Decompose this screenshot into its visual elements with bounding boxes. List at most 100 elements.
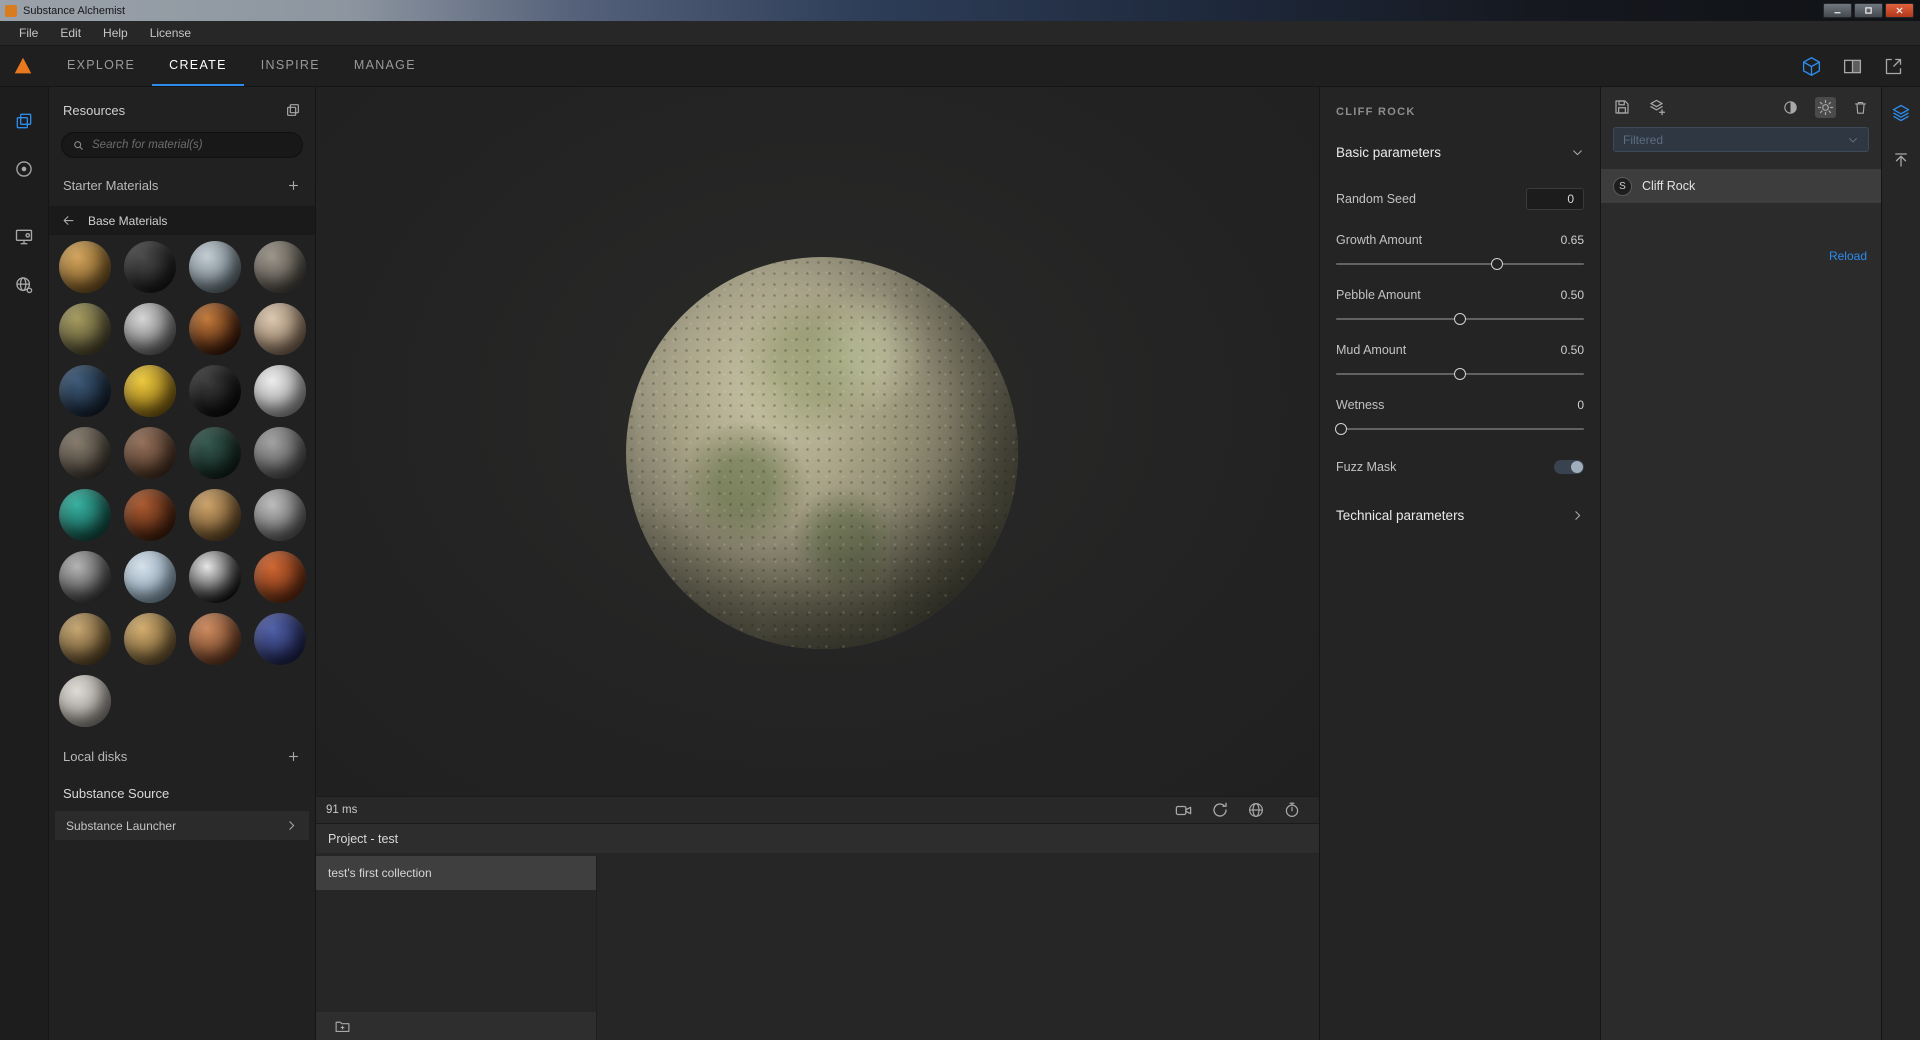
material-sphere-thumbnail bbox=[189, 489, 241, 541]
material-item[interactable] bbox=[182, 608, 247, 670]
save-layers-icon[interactable] bbox=[1647, 98, 1666, 117]
material-sphere-thumbnail bbox=[124, 551, 176, 603]
globe-settings-icon[interactable] bbox=[14, 275, 34, 295]
add-folder-icon[interactable] bbox=[334, 1018, 351, 1035]
material-item[interactable] bbox=[52, 608, 117, 670]
slider-track[interactable] bbox=[1336, 428, 1584, 430]
material-item[interactable] bbox=[247, 236, 312, 298]
slider-thumb[interactable] bbox=[1491, 258, 1503, 270]
material-item[interactable] bbox=[182, 360, 247, 422]
slider-track[interactable] bbox=[1336, 318, 1584, 320]
menu-item[interactable]: License bbox=[139, 21, 202, 45]
slider-track[interactable] bbox=[1336, 373, 1584, 375]
environment-globe-icon[interactable] bbox=[1247, 801, 1265, 819]
material-item[interactable] bbox=[117, 298, 182, 360]
material-item[interactable] bbox=[52, 360, 117, 422]
menu-item[interactable]: Edit bbox=[49, 21, 92, 45]
material-item[interactable] bbox=[117, 484, 182, 546]
app-window: Substance Alchemist File Edit Help Licen… bbox=[0, 0, 1920, 1040]
material-item[interactable] bbox=[247, 298, 312, 360]
refresh-icon[interactable] bbox=[1211, 801, 1229, 819]
material-item[interactable] bbox=[52, 422, 117, 484]
reload-link[interactable]: Reload bbox=[1829, 249, 1867, 263]
material-item[interactable] bbox=[247, 484, 312, 546]
parameter-slider-group: Pebble Amount 0.50 bbox=[1336, 288, 1584, 320]
gear-icon[interactable] bbox=[1815, 97, 1836, 118]
search-input[interactable] bbox=[92, 139, 292, 151]
minimize-button[interactable] bbox=[1823, 3, 1852, 18]
material-item[interactable] bbox=[52, 298, 117, 360]
back-arrow-icon[interactable] bbox=[61, 213, 76, 228]
base-materials-breadcrumb[interactable]: Base Materials bbox=[49, 206, 315, 235]
menu-item[interactable]: Help bbox=[92, 21, 139, 45]
basic-parameters-header[interactable]: Basic parameters bbox=[1336, 145, 1584, 160]
video-camera-icon[interactable] bbox=[1174, 801, 1193, 820]
material-sphere-thumbnail bbox=[124, 427, 176, 479]
layers-panel: Filtered S Cliff Rock Reload bbox=[1600, 87, 1881, 1040]
random-seed-input[interactable] bbox=[1526, 188, 1584, 210]
material-item[interactable] bbox=[182, 298, 247, 360]
export-up-icon[interactable] bbox=[1892, 151, 1910, 169]
trash-icon[interactable] bbox=[1852, 99, 1869, 116]
display-settings-icon[interactable] bbox=[14, 227, 34, 247]
maximize-icon bbox=[1864, 6, 1873, 15]
material-item[interactable] bbox=[247, 546, 312, 608]
window-controls bbox=[1823, 3, 1914, 18]
material-item[interactable] bbox=[117, 546, 182, 608]
nav-tab[interactable]: EXPLORE bbox=[50, 46, 152, 86]
timer-icon[interactable] bbox=[1283, 801, 1301, 819]
viewport-tools bbox=[1174, 801, 1301, 820]
parameter-slider-group: Wetness 0 bbox=[1336, 398, 1584, 430]
material-item[interactable] bbox=[182, 236, 247, 298]
fuzz-mask-toggle[interactable] bbox=[1554, 460, 1584, 474]
compass-icon[interactable] bbox=[14, 159, 34, 179]
material-item[interactable] bbox=[247, 608, 312, 670]
resources-header: Resources bbox=[49, 87, 315, 118]
substance-launcher-item[interactable]: Substance Launcher bbox=[55, 811, 309, 840]
slider-thumb[interactable] bbox=[1335, 423, 1347, 435]
contrast-icon[interactable] bbox=[1782, 99, 1799, 116]
add-local-disk-icon[interactable] bbox=[286, 749, 301, 764]
base-materials-label: Base Materials bbox=[88, 214, 167, 228]
material-item[interactable] bbox=[247, 422, 312, 484]
layer-list: S Cliff Rock bbox=[1601, 152, 1881, 203]
save-icon[interactable] bbox=[1613, 98, 1631, 116]
material-item[interactable] bbox=[52, 236, 117, 298]
material-item[interactable] bbox=[117, 422, 182, 484]
layer-filter-dropdown[interactable]: Filtered bbox=[1613, 127, 1869, 152]
nav-tab[interactable]: MANAGE bbox=[337, 46, 433, 86]
menu-item[interactable]: File bbox=[8, 21, 49, 45]
material-name-title: CLIFF ROCK bbox=[1336, 106, 1584, 118]
slider-track[interactable] bbox=[1336, 263, 1584, 265]
material-item[interactable] bbox=[117, 360, 182, 422]
library-icon[interactable] bbox=[14, 111, 34, 131]
collection-item[interactable]: test's first collection bbox=[316, 856, 596, 890]
material-item[interactable] bbox=[52, 670, 117, 732]
3d-view-icon[interactable] bbox=[1801, 56, 1822, 77]
export-view-icon[interactable] bbox=[1883, 56, 1904, 77]
material-item[interactable] bbox=[182, 422, 247, 484]
close-button[interactable] bbox=[1885, 3, 1914, 18]
3d-viewport[interactable] bbox=[316, 87, 1319, 796]
layers-stack-icon[interactable] bbox=[1891, 103, 1911, 123]
material-sphere-thumbnail bbox=[189, 303, 241, 355]
maximize-button[interactable] bbox=[1854, 3, 1883, 18]
material-item[interactable] bbox=[182, 484, 247, 546]
material-item[interactable] bbox=[182, 546, 247, 608]
slider-thumb[interactable] bbox=[1454, 313, 1466, 325]
parameter-sliders: Growth Amount 0.65 Pebble Amount 0.50 bbox=[1336, 210, 1584, 430]
split-view-icon[interactable] bbox=[1842, 56, 1863, 77]
material-item[interactable] bbox=[247, 360, 312, 422]
nav-tab[interactable]: INSPIRE bbox=[244, 46, 337, 86]
window-title: Substance Alchemist bbox=[23, 5, 125, 17]
material-item[interactable] bbox=[117, 236, 182, 298]
technical-parameters-header[interactable]: Technical parameters bbox=[1336, 508, 1584, 523]
material-item[interactable] bbox=[117, 608, 182, 670]
duplicate-panel-icon[interactable] bbox=[285, 102, 301, 118]
material-item[interactable] bbox=[52, 484, 117, 546]
nav-tab[interactable]: CREATE bbox=[152, 46, 244, 86]
layer-item[interactable]: S Cliff Rock bbox=[1601, 169, 1881, 203]
material-item[interactable] bbox=[52, 546, 117, 608]
add-starter-material-icon[interactable] bbox=[286, 178, 301, 193]
slider-thumb[interactable] bbox=[1454, 368, 1466, 380]
